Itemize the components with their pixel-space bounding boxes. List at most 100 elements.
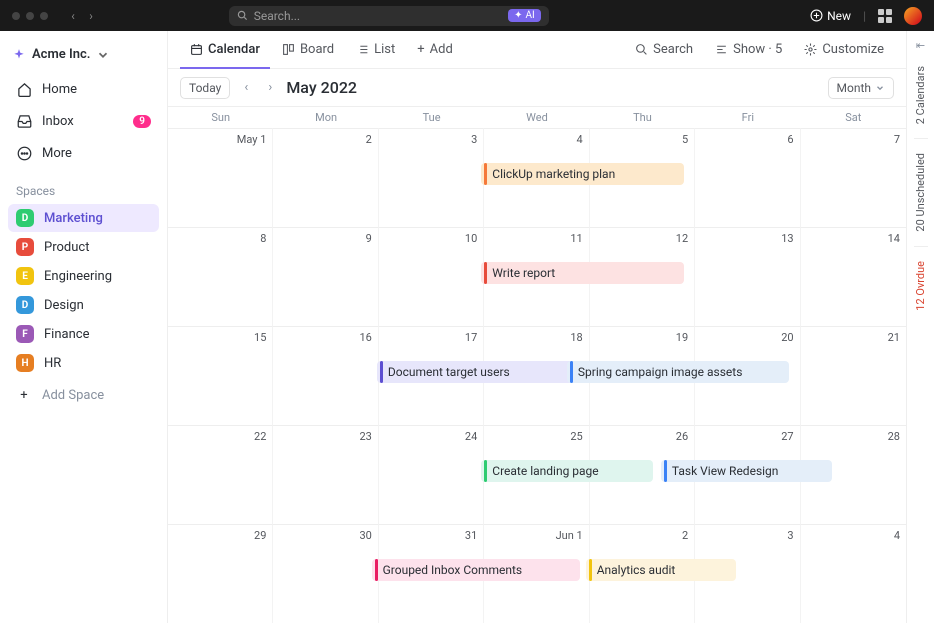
day-number: 7 [807,133,900,146]
dow-label: Fri [695,111,800,124]
space-label: Marketing [44,211,103,226]
apps-icon[interactable] [878,9,892,23]
chevron-down-icon [96,48,110,62]
calendar-event[interactable]: Document target users [377,361,580,383]
sidebar-space-finance[interactable]: FFinance [8,320,159,348]
view-selector[interactable]: Month [828,77,894,99]
day-number: 27 [701,430,793,443]
day-number: 6 [701,133,793,146]
day-cell[interactable]: 22Create landing pageTask View Redesign [168,425,273,524]
space-badge: E [16,267,34,285]
calendar-event[interactable]: ClickUp marketing plan [481,163,684,185]
titlebar: ‹ › Search... ✦ AI New | [0,0,934,31]
space-badge: D [16,209,34,227]
day-cell[interactable]: May 1ClickUp marketing plan [168,128,273,227]
day-cell[interactable]: 23 [273,425,378,524]
avatar[interactable] [904,7,922,25]
collapse-icon[interactable]: ⇤ [916,39,925,52]
day-cell[interactable]: 13 [695,227,800,326]
day-cell[interactable]: 6 [695,128,800,227]
day-cell[interactable]: 30 [273,524,378,623]
calendar-event[interactable]: Spring campaign image assets [567,361,789,383]
day-cell[interactable]: 3 [379,128,484,227]
day-number: 4 [807,529,900,542]
day-number: 31 [385,529,477,542]
nav-home[interactable]: Home [8,74,159,104]
sparkle-icon [12,48,26,62]
sidebar: Acme Inc. Home Inbox 9 More Spaces DMark… [0,31,168,623]
day-cell[interactable]: 16 [273,326,378,425]
sidebar-space-design[interactable]: DDesign [8,291,159,319]
day-number: 19 [596,331,688,344]
tab-calendar[interactable]: Calendar [180,31,270,69]
day-cell[interactable]: 29Grouped Inbox CommentsAnalytics audit [168,524,273,623]
calendar-grid[interactable]: May 1ClickUp marketing plan2345678Write … [168,128,906,623]
plus-icon: + [16,387,32,403]
event-title: Grouped Inbox Comments [383,563,523,577]
day-cell[interactable]: 2 [273,128,378,227]
tab-list[interactable]: List [346,31,405,69]
day-cell[interactable]: 15Document target usersSpring campaign i… [168,326,273,425]
window-controls[interactable] [12,12,48,20]
day-number: 12 [596,232,688,245]
day-cell[interactable]: 7 [801,128,906,227]
workspace-switcher[interactable]: Acme Inc. [8,41,159,68]
new-button[interactable]: New [810,9,851,23]
add-view-button[interactable]: +Add [407,31,463,69]
calendar-event[interactable]: Create landing page [481,460,653,482]
day-cell[interactable]: 9 [273,227,378,326]
day-number: 28 [807,430,900,443]
sidebar-space-marketing[interactable]: D Marketing [8,204,159,232]
day-number: 29 [174,529,266,542]
rail-unscheduled[interactable]: 20 Unscheduled [914,149,927,236]
view-toolbar: Calendar Board List +Add Search Show · 5… [168,31,906,69]
add-space-button[interactable]: + Add Space [8,381,159,409]
back-button[interactable]: ‹ [66,9,80,23]
day-number: 8 [174,232,266,245]
today-button[interactable]: Today [180,77,230,99]
search-input[interactable]: Search... ✦ AI [229,6,549,26]
day-number: 9 [279,232,371,245]
nav-more[interactable]: More [8,138,159,168]
sliders-icon [715,43,728,56]
show-button[interactable]: Show · 5 [705,31,792,69]
forward-button[interactable]: › [84,9,98,23]
calendar-event[interactable]: Analytics audit [586,559,737,581]
day-number: 21 [807,331,900,344]
day-number: 14 [807,232,900,245]
search-icon [635,43,648,56]
calendar-event[interactable]: Task View Redesign [661,460,833,482]
day-cell[interactable]: 10 [379,227,484,326]
calendar-event[interactable]: Grouped Inbox Comments [372,559,580,581]
nav-inbox[interactable]: Inbox 9 [8,106,159,136]
space-label: Finance [44,327,89,342]
prev-month-button[interactable]: ‹ [238,80,254,96]
sidebar-space-hr[interactable]: HHR [8,349,159,377]
day-cell[interactable]: 8Write report [168,227,273,326]
day-number: 18 [490,331,582,344]
day-number: 16 [279,331,371,344]
plus-icon: + [417,42,424,57]
day-cell[interactable]: 24 [379,425,484,524]
rail-overdue[interactable]: 12 Ovrdue [914,257,927,315]
customize-button[interactable]: Customize [794,31,894,69]
next-month-button[interactable]: › [262,80,278,96]
event-title: Task View Redesign [672,464,779,478]
search-button[interactable]: Search [625,31,703,69]
sidebar-space-product[interactable]: PProduct [8,233,159,261]
calendar-event[interactable]: Write report [481,262,684,284]
day-number: May 1 [174,133,266,146]
space-badge: P [16,238,34,256]
tab-board[interactable]: Board [272,31,344,69]
dow-label: Sat [801,111,906,124]
ai-chip[interactable]: ✦ AI [508,9,541,22]
day-number: 11 [490,232,582,245]
sidebar-space-engineering[interactable]: EEngineering [8,262,159,290]
day-cell[interactable]: 4 [801,524,906,623]
calendar-icon [190,43,203,56]
rail-calendars[interactable]: 2 Calendars [914,62,927,128]
home-icon [16,81,32,97]
day-cell[interactable]: 21 [801,326,906,425]
day-number: 13 [701,232,793,245]
day-cell[interactable]: 14 [801,227,906,326]
